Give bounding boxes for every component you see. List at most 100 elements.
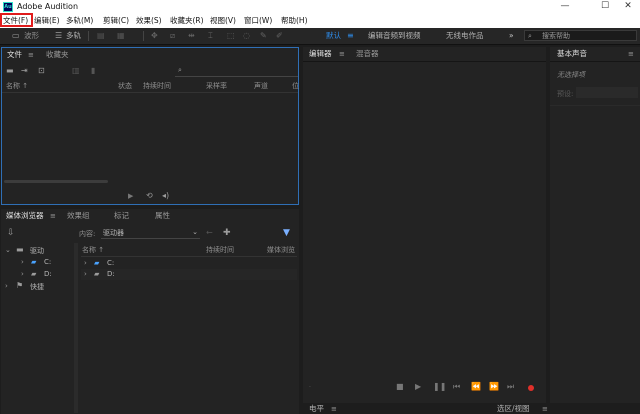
workspace-default[interactable]: 默认	[326, 28, 341, 43]
waveform-icon: ▭	[12, 31, 20, 40]
filter-icon[interactable]: ▼	[283, 228, 290, 238]
col-channels[interactable]: 声道	[254, 81, 268, 91]
tree-shortcuts[interactable]: 快捷	[30, 282, 44, 292]
play-icon[interactable]: ▶	[415, 382, 421, 392]
content-select[interactable]: 驱动器 ⌄	[101, 228, 200, 239]
add-shortcut-icon[interactable]: ✚	[223, 228, 231, 238]
go-to-end-icon[interactable]: ⏭	[507, 382, 514, 392]
panel-menu-icon[interactable]: ≡	[28, 50, 34, 60]
preset-select[interactable]	[576, 87, 638, 98]
pause-icon[interactable]: ❚❚	[433, 382, 446, 392]
editor-panel: 编辑器 ≡ 混音器 · ■ ▶ ❚❚ ⏮ ⏪ ⏩ ⏭	[303, 47, 546, 403]
open-file-icon[interactable]: ▬	[6, 66, 14, 76]
delete-icon[interactable]: ▮	[91, 66, 95, 76]
tab-selection-view[interactable]: 选区/视图	[497, 404, 530, 414]
tree-item-c[interactable]: C:	[44, 258, 51, 266]
panel-menu-icon[interactable]: ≡	[542, 404, 548, 414]
chevron-right-icon[interactable]: ›	[21, 257, 24, 267]
time-select-icon[interactable]: ⌶	[208, 31, 213, 41]
tab-effects-rack[interactable]: 效果组	[67, 210, 90, 222]
panel-menu-icon[interactable]: ≡	[331, 404, 337, 414]
chevron-right-icon[interactable]: ›	[84, 258, 87, 268]
tab-files[interactable]: 文件	[7, 49, 22, 61]
chevron-right-icon[interactable]: ›	[21, 269, 24, 279]
list-item[interactable]: › ▰ C:	[81, 258, 297, 269]
go-to-start-icon[interactable]: ⏮	[453, 382, 460, 392]
rewind-icon[interactable]: ⏪	[471, 382, 481, 392]
tree-item-d[interactable]: D:	[44, 270, 52, 278]
list-col-media[interactable]: 媒体浏览	[267, 245, 297, 255]
workspace-radio[interactable]: 无线电作品	[446, 28, 484, 43]
insert-icon[interactable]: ▥	[72, 66, 80, 76]
list-item-label: C:	[107, 259, 115, 267]
download-icon[interactable]: ⇩	[7, 228, 15, 238]
no-selection-text: 无选择项	[557, 71, 585, 79]
spot-heal-icon[interactable]: ✐	[276, 31, 283, 41]
move-tool-icon[interactable]: ✥	[151, 31, 158, 41]
panel-menu-icon[interactable]: ≡	[339, 49, 345, 59]
menu-effects[interactable]: 效果(S)	[136, 14, 162, 28]
slip-tool-icon[interactable]: ⇹	[188, 31, 195, 41]
maximize-button[interactable]: ☐	[593, 0, 617, 14]
tab-favorites[interactable]: 收藏夹	[46, 49, 69, 61]
menu-clip[interactable]: 剪辑(C)	[103, 14, 129, 28]
workspace-more-button[interactable]: »	[509, 28, 514, 43]
panel-menu-icon[interactable]: ≡	[628, 49, 634, 59]
waveform-view-button[interactable]: 波形	[24, 28, 39, 43]
essential-sound-title[interactable]: 基本声音	[557, 48, 587, 60]
help-search-field[interactable]: ⌕ 搜索帮助	[524, 30, 637, 41]
tab-properties[interactable]: 属性	[155, 210, 170, 222]
workspace-edit-audio-video[interactable]: 编辑音频到视频	[368, 28, 421, 43]
chevron-right-icon[interactable]: ›	[5, 281, 8, 291]
multitrack-view-button[interactable]: 多轨	[66, 28, 81, 43]
panel-menu-icon[interactable]: ≡	[50, 211, 56, 221]
lasso-icon[interactable]: ◌	[243, 31, 250, 41]
tab-mixer[interactable]: 混音器	[356, 48, 379, 60]
volume-icon[interactable]: ◂)	[162, 191, 169, 201]
close-button[interactable]: ✕	[616, 0, 640, 14]
tree-splitter[interactable]	[74, 243, 78, 413]
menu-help[interactable]: 帮助(H)	[281, 14, 308, 28]
brush-icon[interactable]: ✎	[260, 31, 267, 41]
col-status[interactable]: 状态	[118, 81, 132, 91]
col-bits[interactable]: 位	[292, 81, 299, 91]
content-select-value: 驱动器	[103, 229, 124, 237]
drive-d-icon: ▰	[94, 270, 100, 278]
razor-tool-icon[interactable]: ⧄	[170, 31, 175, 41]
menu-window[interactable]: 窗口(W)	[244, 14, 272, 28]
list-col-name[interactable]: 名称 ↑	[82, 245, 104, 255]
tab-levels[interactable]: 电平	[309, 404, 324, 414]
drive-c-icon: ▰	[31, 258, 37, 266]
menu-edit[interactable]: 编辑(E)	[34, 14, 60, 28]
loop-icon[interactable]: ⟲	[146, 191, 153, 201]
record-button[interactable]	[528, 385, 534, 391]
media-browser-panel: 媒体浏览器 ≡ 效果组 标记 属性 ⇩ 内容: 驱动器 ⌄ ← ✚ ▼ ⌄ ▬ …	[1, 209, 299, 414]
chevron-down-icon[interactable]: ⌄	[5, 245, 11, 255]
import-icon[interactable]: ⇥	[21, 66, 28, 76]
horizontal-scrollbar[interactable]	[4, 180, 108, 183]
back-arrow-icon[interactable]: ←	[206, 228, 213, 238]
col-name[interactable]: 名称 ↑	[6, 81, 28, 91]
menu-view[interactable]: 视图(V)	[210, 14, 236, 28]
workspace-menu-icon[interactable]: ≡	[347, 31, 354, 41]
list-col-duration[interactable]: 持续时间	[206, 245, 234, 255]
marquee-icon[interactable]: ⬚	[227, 31, 235, 41]
list-item-label: D:	[107, 270, 115, 278]
spectral-icon: ▤	[97, 31, 105, 40]
menu-multitrack[interactable]: 多轨(M)	[66, 14, 93, 28]
menu-favorites[interactable]: 收藏夹(R)	[170, 14, 204, 28]
col-duration[interactable]: 持续时间	[143, 81, 171, 91]
files-search-input[interactable]: ⌕	[175, 65, 298, 77]
col-sample-rate[interactable]: 采样率	[206, 81, 227, 91]
play-icon[interactable]: ▶	[128, 191, 133, 201]
minimize-button[interactable]: —	[553, 0, 577, 14]
new-file-icon[interactable]: ⊡	[38, 66, 45, 76]
chevron-right-icon[interactable]: ›	[84, 269, 87, 279]
list-item[interactable]: › ▰ D:	[81, 269, 297, 280]
tree-root-drives[interactable]: 驱动	[30, 246, 44, 256]
fast-forward-icon[interactable]: ⏩	[489, 382, 499, 392]
tab-editor[interactable]: 编辑器	[309, 48, 332, 60]
tab-media-browser[interactable]: 媒体浏览器	[6, 210, 44, 222]
tab-markers[interactable]: 标记	[114, 210, 129, 222]
stop-icon[interactable]: ■	[396, 382, 404, 392]
